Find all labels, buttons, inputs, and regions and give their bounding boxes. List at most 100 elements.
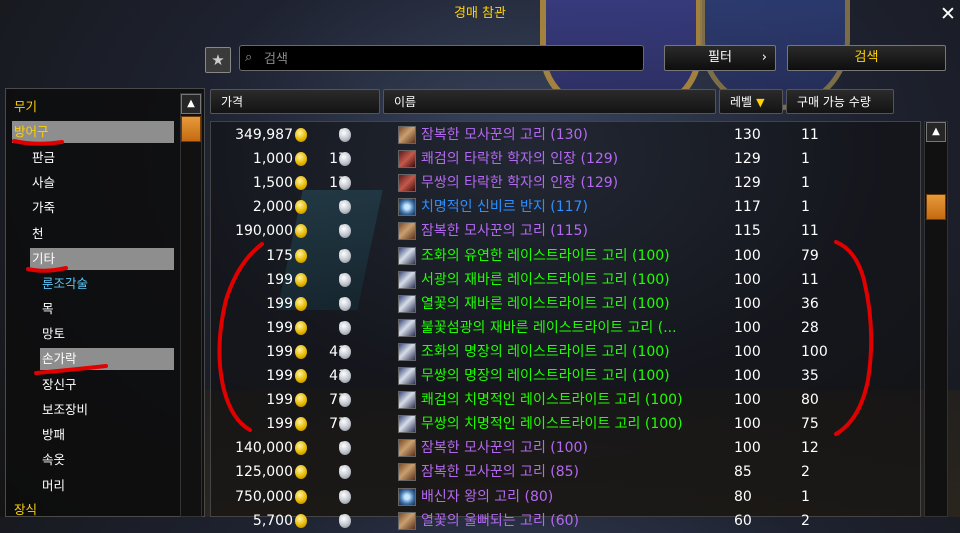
item-name[interactable]: 치명적인 신비르 반지 (117) (421, 195, 588, 219)
category-item[interactable]: 가죽 (30, 197, 166, 219)
category-item[interactable]: 망토 (40, 323, 166, 345)
item-name[interactable]: 조화의 명장의 레이스트라이트 고리 (100) (421, 340, 670, 364)
silver-coin-icon (339, 513, 351, 528)
category-item[interactable]: 장식 (12, 499, 166, 521)
category-item[interactable]: 천 (30, 223, 166, 245)
price-gold: 199 (266, 416, 293, 433)
result-row[interactable]: 19977 무쌍의 치명적인 레이스트라이트 고리 (100) 100 75 (211, 412, 922, 436)
result-row[interactable]: 1,50017 무쌍의 타락한 학자의 인장 (129) 129 1 (211, 171, 922, 195)
column-header-level[interactable]: 레벨 ▼ (719, 89, 783, 114)
item-name[interactable]: 조화의 유연한 레이스트라이트 고리 (100) (421, 244, 670, 268)
result-row[interactable]: 19943 무쌍의 명장의 레이스트라이트 고리 (100) 100 35 (211, 364, 922, 388)
search-button[interactable]: 검색 (787, 45, 946, 71)
result-row[interactable]: 750,0000 배신자 왕의 고리 (80) 80 1 (211, 485, 922, 509)
column-header-qty[interactable]: 구매 가능 수량 (786, 89, 894, 114)
result-row[interactable]: 1990 열꽃의 재바른 레이스트라이트 고리 (100) 100 36 (211, 292, 922, 316)
item-name[interactable]: 열꽃의 재바른 레이스트라이트 고리 (100) (421, 292, 670, 316)
results-scroll-thumb[interactable] (926, 194, 946, 220)
category-item[interactable]: 기타 (30, 248, 174, 270)
category-item[interactable]: 머리 (40, 475, 166, 497)
result-row[interactable]: 125,0000 잠복한 모사꾼의 고리 (85) 85 2 (211, 460, 922, 484)
category-item[interactable]: 방어구 (12, 121, 174, 143)
favorites-star-icon[interactable]: ★ (205, 47, 231, 73)
item-name[interactable]: 불꽃섬광의 재바른 레이스트라이트 고리 (... (421, 316, 677, 340)
result-row[interactable]: 1750 조화의 유연한 레이스트라이트 고리 (100) 100 79 (211, 244, 922, 268)
result-row[interactable]: 2,0000 치명적인 신비르 반지 (117) 117 1 (211, 195, 922, 219)
column-header-qty-label: 구매 가능 수량 (797, 95, 871, 109)
result-row[interactable]: 1990 서광의 재바른 레이스트라이트 고리 (100) 100 11 (211, 268, 922, 292)
item-name[interactable]: 쾌검의 치명적인 레이스트라이트 고리 (100) (421, 388, 683, 412)
result-row[interactable]: 19977 쾌검의 치명적인 레이스트라이트 고리 (100) 100 80 (211, 388, 922, 412)
category-item[interactable]: 속옷 (40, 449, 166, 471)
item-name[interactable]: 쾌검의 타락한 학자의 인장 (129) (421, 147, 618, 171)
category-item[interactable]: 목 (40, 298, 166, 320)
item-name[interactable]: 서광의 재바른 레이스트라이트 고리 (100) (421, 268, 670, 292)
item-quantity: 2 (801, 464, 810, 481)
item-level: 129 (734, 151, 761, 168)
ring-icon (398, 270, 416, 289)
price-cell: 190,0000 (211, 219, 391, 243)
silver-coin-icon (339, 248, 351, 263)
item-name[interactable]: 잠복한 모사꾼의 고리 (130) (421, 123, 588, 147)
price-cell: 19977 (211, 412, 391, 436)
ring-icon (398, 367, 416, 385)
filter-button[interactable]: 필터 › (664, 45, 776, 71)
category-scroll-up-icon[interactable]: ▲ (181, 94, 201, 114)
search-input[interactable] (262, 48, 636, 70)
category-item[interactable]: 룬조각술 (40, 273, 166, 295)
price-cell: 1990 (211, 268, 391, 292)
category-item[interactable]: 장신구 (40, 374, 166, 396)
column-header-name[interactable]: 이름 (383, 89, 716, 114)
result-row[interactable]: 190,0000 잠복한 모사꾼의 고리 (115) 115 11 (211, 219, 922, 243)
result-row[interactable]: 19943 조화의 명장의 레이스트라이트 고리 (100) 100 100 (211, 340, 922, 364)
silver-coin-icon (339, 224, 351, 239)
column-header-price[interactable]: 가격 (210, 89, 380, 114)
result-row[interactable]: 1,00017 쾌검의 타락한 학자의 인장 (129) 129 1 (211, 147, 922, 171)
price-gold: 349,987 (235, 127, 293, 143)
category-item[interactable]: 방패 (40, 424, 166, 446)
close-icon[interactable]: ✕ (938, 4, 958, 24)
item-level: 100 (734, 416, 761, 433)
item-quantity: 11 (801, 223, 819, 240)
category-scrollbar[interactable] (180, 93, 202, 517)
item-name[interactable]: 잠복한 모사꾼의 고리 (85) (421, 460, 579, 484)
result-row[interactable]: 140,0000 잠복한 모사꾼의 고리 (100) 100 12 (211, 436, 922, 460)
category-item[interactable]: 무기 (12, 96, 166, 118)
item-name[interactable]: 무쌍의 치명적인 레이스트라이트 고리 (100) (421, 412, 683, 436)
item-level: 100 (734, 247, 761, 264)
silver-coin-icon (339, 489, 351, 504)
category-item[interactable]: 사슬 (30, 172, 166, 194)
item-name[interactable]: 배신자 왕의 고리 (80) (421, 485, 553, 509)
item-level: 100 (734, 343, 761, 360)
gold-coin-icon (295, 465, 307, 480)
item-level: 100 (734, 295, 761, 312)
ring-icon (398, 222, 416, 241)
item-name[interactable]: 잠복한 모사꾼의 고리 (100) (421, 436, 588, 460)
silver-coin-icon (339, 200, 351, 215)
price-gold: 125,000 (235, 464, 293, 481)
search-input-box[interactable]: ⌕ (239, 45, 644, 71)
result-row[interactable]: 5,7000 열꽃의 울뻐되는 고리 (60) 60 2 (211, 509, 922, 533)
price-gold: 1,500 (252, 175, 293, 192)
item-name[interactable]: 잠복한 모사꾼의 고리 (115) (421, 219, 588, 243)
item-name[interactable]: 무쌍의 명장의 레이스트라이트 고리 (100) (421, 364, 670, 388)
item-name[interactable]: 무쌍의 타락한 학자의 인장 (129) (421, 171, 618, 195)
ring-icon (398, 294, 416, 313)
results-list: 349,9870잠복한 모사꾼의 고리 (130)130111,00017쾌검의… (210, 121, 922, 530)
category-scroll-thumb[interactable] (181, 116, 201, 142)
ring-icon (398, 487, 416, 506)
category-item[interactable]: 보조장비 (40, 399, 166, 421)
gold-coin-icon (295, 393, 307, 408)
result-row[interactable]: 1990 불꽃섬광의 재바른 레이스트라이트 고리 (... 100 28 (211, 316, 922, 340)
result-row[interactable]: 349,9870 잠복한 모사꾼의 고리 (130) 130 11 (211, 123, 922, 147)
ring-icon (398, 318, 416, 337)
category-item[interactable]: 손가락 (40, 348, 174, 370)
results-scroll-up-icon[interactable]: ▲ (926, 122, 946, 142)
item-level: 100 (734, 368, 761, 384)
category-item[interactable]: 판금 (30, 147, 166, 169)
results-scrollbar[interactable] (924, 121, 948, 517)
price-cell: 750,0000 (211, 485, 391, 509)
item-name[interactable]: 열꽃의 울뻐되는 고리 (60) (421, 509, 579, 533)
price-gold: 199 (266, 392, 293, 409)
silver-coin-icon (339, 320, 351, 335)
